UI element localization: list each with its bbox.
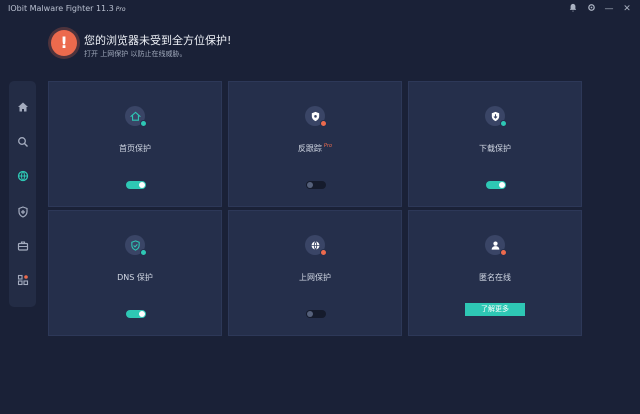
minimize-button[interactable]: — <box>604 3 614 16</box>
close-button[interactable]: ✕ <box>622 3 632 16</box>
sidebar-item-home[interactable] <box>9 97 36 117</box>
sidebar-item-action-center[interactable] <box>9 270 36 290</box>
card-anonymous-online: 匿名在线 了解更多 <box>408 210 582 336</box>
sidebar-item-protection[interactable] <box>9 202 36 222</box>
app-title: IObit Malware Fighter 11.3 Pro <box>8 4 126 13</box>
card-label-text: 下载保护 <box>479 144 511 153</box>
toggle-knob <box>139 182 145 188</box>
dns-protection-toggle[interactable] <box>126 310 146 318</box>
download-shield-icon <box>485 106 507 127</box>
card-label-text: 匿名在线 <box>479 273 511 282</box>
anonymous-user-icon <box>485 235 507 256</box>
card-label: 首页保护 <box>49 143 221 154</box>
bell-icon[interactable] <box>568 3 578 16</box>
globe-icon <box>17 170 28 182</box>
sidebar <box>9 81 36 307</box>
status-dot <box>500 249 507 256</box>
sidebar-item-browser-protection[interactable] <box>9 166 36 186</box>
alert-title: 您的浏览器未受到全方位保护! <box>84 34 232 47</box>
download-protection-toggle[interactable] <box>486 181 506 189</box>
toggle-knob <box>139 311 145 317</box>
web-protection-toggle[interactable] <box>306 310 326 318</box>
grid-icon <box>17 274 28 286</box>
toggle-knob <box>499 182 505 188</box>
card-label: DNS 保护 <box>49 272 221 283</box>
shield-tracker-icon <box>305 106 327 127</box>
home-icon <box>17 102 28 112</box>
card-download-protection: 下载保护 <box>408 81 582 207</box>
alert-subtitle: 打开 上网保护 以防止在线威胁。 <box>84 50 187 58</box>
title-bar: IObit Malware Fighter 11.3 Pro — ✕ <box>0 0 640 20</box>
card-dns-protection: DNS 保护 <box>48 210 222 336</box>
homepage-protection-toggle[interactable] <box>126 181 146 189</box>
web-globe-icon <box>305 235 327 256</box>
card-label: 反跟踪 Pro <box>229 143 401 154</box>
card-label: 下载保护 <box>409 143 581 154</box>
card-label-text: 反跟踪 <box>297 144 322 153</box>
pro-badge: Pro <box>115 6 126 13</box>
sidebar-item-toolbox[interactable] <box>9 236 36 256</box>
card-label-text: 首页保护 <box>119 144 151 153</box>
search-icon <box>17 137 28 147</box>
status-dot <box>140 120 147 127</box>
card-anti-tracking: 反跟踪 Pro <box>228 81 402 207</box>
card-label-text: 上网保护 <box>299 273 331 282</box>
card-homepage-protection: 首页保护 <box>48 81 222 207</box>
card-label: 匿名在线 <box>409 272 581 283</box>
pro-tag: Pro <box>323 143 333 150</box>
window-controls: — ✕ <box>568 3 632 16</box>
anti-tracking-toggle[interactable] <box>306 181 326 189</box>
dns-shield-icon <box>125 235 147 256</box>
status-dot <box>500 120 507 127</box>
warning-icon: ! <box>51 30 77 56</box>
status-dot <box>320 120 327 127</box>
sidebar-item-scan[interactable] <box>9 132 36 152</box>
home-shield-icon <box>125 106 147 127</box>
shield-plus-icon <box>17 206 28 218</box>
status-dot <box>140 249 147 256</box>
app-title-text: IObit Malware Fighter 11.3 <box>8 4 114 13</box>
card-web-protection: 上网保护 <box>228 210 402 336</box>
status-dot <box>320 249 327 256</box>
toggle-knob <box>307 182 313 188</box>
toggle-knob <box>307 311 313 317</box>
gear-icon[interactable] <box>586 3 596 16</box>
learn-more-button[interactable]: 了解更多 <box>465 303 525 316</box>
toolbox-icon <box>17 241 28 251</box>
card-label: 上网保护 <box>229 272 401 283</box>
card-label-text: DNS 保护 <box>117 273 153 282</box>
